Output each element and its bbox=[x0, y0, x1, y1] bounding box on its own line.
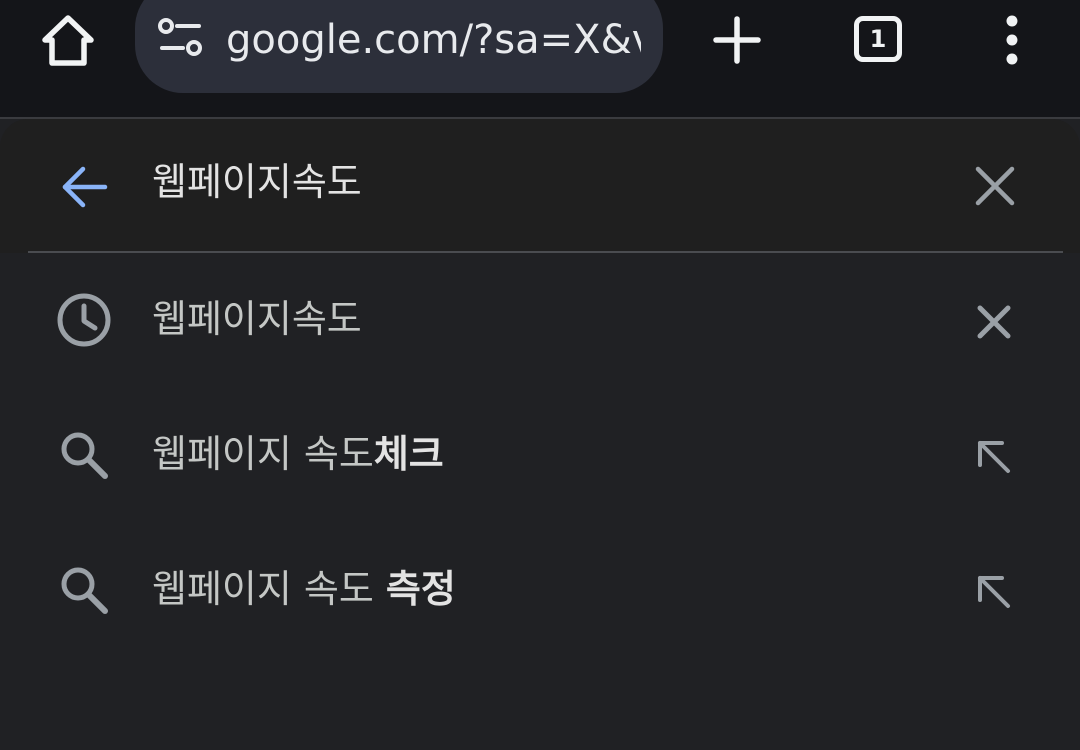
plus-icon bbox=[713, 16, 761, 64]
back-button[interactable] bbox=[56, 159, 112, 215]
url-text[interactable]: google.com/?sa=X&ved bbox=[226, 14, 641, 66]
home-icon bbox=[42, 15, 94, 66]
tab-switcher-icon: 1 bbox=[854, 16, 902, 62]
clear-query-button[interactable] bbox=[966, 157, 1024, 215]
close-icon bbox=[977, 305, 1011, 339]
suggestion-text: 웹페이지 속도 측정 bbox=[152, 567, 456, 611]
tab-count: 1 bbox=[869, 25, 887, 53]
arrow-up-left-icon bbox=[978, 441, 1010, 473]
suggestion-item-search[interactable]: 웹페이지 속도체크 bbox=[0, 391, 1080, 519]
history-icon bbox=[53, 292, 115, 348]
search-input[interactable]: 웹페이지속도 bbox=[152, 157, 912, 207]
more-options-button[interactable] bbox=[991, 8, 1033, 72]
search-icon bbox=[53, 427, 115, 483]
suggestion-text: 웹페이지 속도체크 bbox=[152, 432, 444, 476]
search-divider bbox=[28, 251, 1063, 253]
fill-query-button[interactable] bbox=[964, 427, 1024, 487]
fill-query-button[interactable] bbox=[964, 562, 1024, 622]
remove-suggestion-button[interactable] bbox=[964, 292, 1024, 352]
more-vert-icon bbox=[1006, 15, 1018, 65]
suggestion-text: 웹페이지속도 bbox=[152, 297, 362, 341]
suggestion-item-history[interactable]: 웹페이지속도 bbox=[0, 256, 1080, 384]
search-icon bbox=[53, 562, 115, 618]
search-bar: 웹페이지속도 bbox=[0, 119, 1080, 253]
close-icon bbox=[975, 166, 1015, 206]
arrow-up-left-icon bbox=[978, 576, 1010, 608]
new-tab-button[interactable] bbox=[706, 9, 768, 71]
tune-icon[interactable] bbox=[157, 17, 205, 61]
address-bar[interactable]: google.com/?sa=X&ved bbox=[135, 0, 663, 93]
browser-toolbar: google.com/?sa=X&ved 1 bbox=[0, 0, 1080, 117]
tab-switcher-button[interactable]: 1 bbox=[847, 10, 909, 68]
home-button[interactable] bbox=[34, 6, 102, 74]
arrow-back-icon bbox=[62, 166, 108, 208]
omnibox-suggestions-panel: 웹페이지속도 웹페이지속도 웹페이지 속도체크 웹페이지 속도 측정 bbox=[0, 119, 1080, 750]
suggestion-item-search[interactable]: 웹페이지 속도 측정 bbox=[0, 526, 1080, 654]
